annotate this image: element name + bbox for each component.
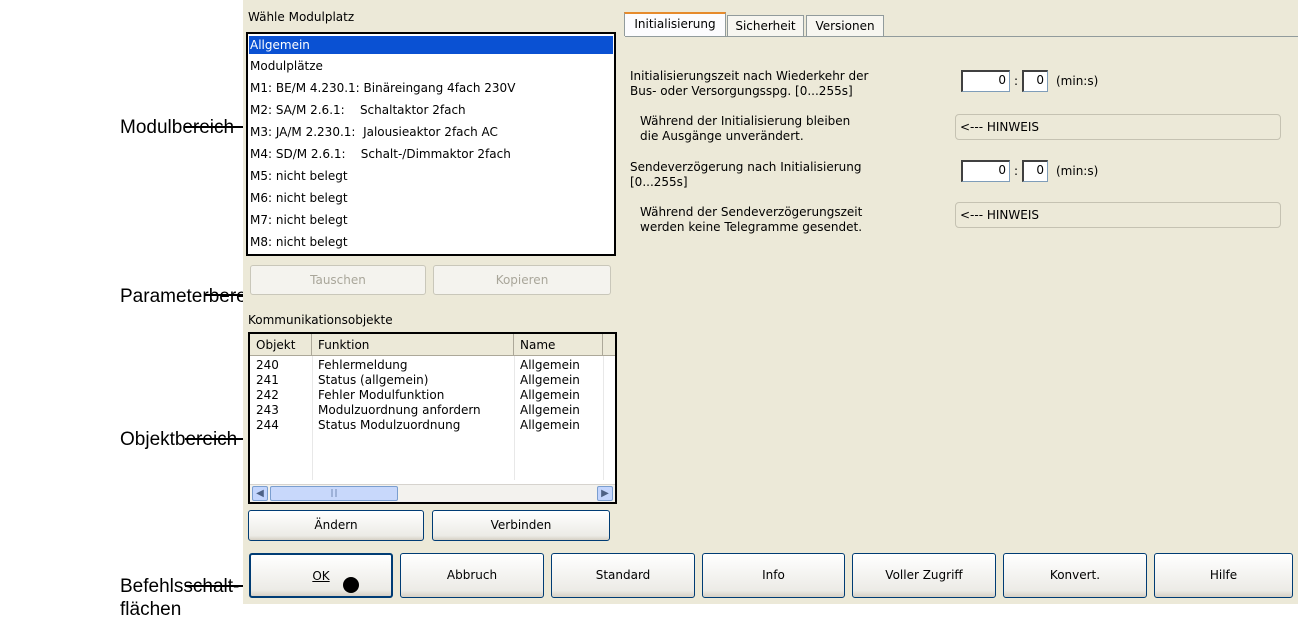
convert-button[interactable]: Konvert. (1003, 553, 1147, 598)
annotation-befehlsschaltflaechen-1: Befehlsschalt- (120, 576, 240, 597)
annotation-objektbereich: Objektbereich (120, 429, 238, 450)
init-hint-field: <--- HINWEIS (955, 114, 1281, 140)
table-row[interactable]: 242 Fehler Modulfunktion Allgemein (250, 388, 615, 403)
full-access-button-label: Voller Zugriff (885, 568, 963, 582)
cell-name: Allgemein (520, 403, 580, 417)
init-time-unit: (min:s) (1056, 74, 1099, 88)
cancel-button[interactable]: Abbruch (400, 553, 544, 598)
cell-name: Allgemein (520, 358, 580, 372)
init-note-line2: die Ausgänge unverändert. (640, 129, 804, 143)
connect-button-label: Verbinden (490, 518, 552, 532)
column-header-funktion[interactable]: Funktion (312, 334, 514, 356)
module-list-item[interactable]: M1: BE/M 4.230.1: Binäreingang 4fach 230… (249, 79, 613, 97)
init-time-label: Initialisierungszeit nach Wiederkehr der… (630, 69, 868, 99)
cell-funktion: Fehlermeldung (318, 358, 408, 372)
init-note-line1: Während der Initialisierung bleiben (640, 114, 851, 128)
copy-button-label: Kopieren (495, 273, 549, 287)
module-section-label: Wähle Modulplatz (248, 10, 355, 24)
tab-initialisierung[interactable]: Initialisierung (624, 12, 726, 36)
init-time-label-line1: Initialisierungszeit nach Wiederkehr der (630, 69, 869, 83)
cell-funktion: Fehler Modulfunktion (318, 388, 445, 402)
cell-objekt: 244 (256, 418, 279, 432)
copy-button[interactable]: Kopieren (433, 265, 611, 295)
tab-strip-line (625, 36, 1298, 37)
tab-sicherheit[interactable]: Sicherheit (727, 15, 804, 36)
table-row[interactable]: 241 Status (allgemein) Allgemein (250, 373, 615, 388)
cell-funktion: Status (allgemein) (318, 373, 429, 387)
send-note-line2: werden keine Telegramme gesendet. (640, 220, 863, 234)
annotation-modulbereich: Modulbereich (120, 117, 235, 138)
annotation-befehlsschaltflaechen-2: flächen (120, 599, 182, 620)
cell-objekt: 240 (256, 358, 279, 372)
module-list-item[interactable]: M6: nicht belegt (249, 189, 613, 207)
send-delay-label-line2: [0...255s] (630, 175, 688, 189)
objects-section-label: Kommunikationsobjekte (248, 313, 393, 327)
tab-versionen[interactable]: Versionen (806, 15, 884, 36)
help-button-label: Hilfe (1209, 568, 1238, 582)
cell-funktion: Modulzuordnung anfordern (318, 403, 481, 417)
horizontal-scrollbar[interactable]: ◀ ‖‖ ▶ (250, 484, 615, 502)
table-row[interactable]: 243 Modulzuordnung anfordern Allgemein (250, 403, 615, 418)
init-time-seconds-field[interactable]: 0 (1022, 70, 1048, 92)
init-time-separator: : (1014, 74, 1019, 88)
standard-button[interactable]: Standard (551, 553, 695, 598)
send-delay-separator: : (1014, 164, 1019, 178)
swap-button[interactable]: Tauschen (250, 265, 426, 295)
convert-button-label: Konvert. (1049, 568, 1101, 582)
objects-table[interactable]: Objekt Funktion Name 240 Fehlermeldung A… (248, 332, 617, 504)
send-note: Während der Sendeverzögerungszeit werden… (640, 205, 862, 235)
cancel-button-label: Abbruch (446, 568, 498, 582)
table-row[interactable]: 244 Status Modulzuordnung Allgemein (250, 418, 615, 433)
connect-button[interactable]: Verbinden (432, 510, 610, 541)
module-list-item[interactable]: Allgemein (249, 36, 613, 54)
column-header-filler (603, 334, 615, 356)
module-list-item[interactable]: M3: JA/M 2.230.1: Jalousieaktor 2fach AC (249, 123, 613, 141)
module-list-item[interactable]: M4: SD/M 2.6.1: Schalt-/Dimmaktor 2fach (249, 145, 613, 163)
module-list-item[interactable]: M5: nicht belegt (249, 167, 613, 185)
change-button-label: Ändern (314, 518, 358, 532)
ok-button[interactable]: OK (249, 553, 393, 598)
column-header-objekt[interactable]: Objekt (250, 334, 312, 356)
scroll-right-icon[interactable]: ▶ (597, 486, 613, 501)
column-header-name[interactable]: Name (514, 334, 603, 356)
send-delay-seconds-field[interactable]: 0 (1022, 160, 1048, 182)
module-list-item[interactable]: M2: SA/M 2.6.1: Schaltaktor 2fach (249, 101, 613, 119)
init-time-minutes-field[interactable]: 0 (961, 70, 1010, 92)
swap-button-label: Tauschen (310, 273, 366, 287)
scroll-left-icon[interactable]: ◀ (252, 486, 268, 501)
send-note-line1: Während der Sendeverzögerungszeit (640, 205, 863, 219)
send-delay-label: Sendeverzögerung nach Initialisierung [0… (630, 160, 862, 190)
cell-objekt: 241 (256, 373, 279, 387)
module-list-item[interactable]: M8: nicht belegt (249, 233, 613, 251)
scroll-thumb[interactable]: ‖‖ (270, 486, 398, 501)
cell-funktion: Status Modulzuordnung (318, 418, 461, 432)
full-access-button[interactable]: Voller Zugriff (852, 553, 996, 598)
init-note: Während der Initialisierung bleiben die … (640, 114, 850, 144)
send-hint-field: <--- HINWEIS (955, 202, 1281, 228)
table-row[interactable]: 240 Fehlermeldung Allgemein (250, 358, 615, 373)
module-list-item[interactable]: Modulplätze (249, 57, 613, 75)
cell-objekt: 243 (256, 403, 279, 417)
cell-objekt: 242 (256, 388, 279, 402)
module-list[interactable]: Allgemein Modulplätze M1: BE/M 4.230.1: … (246, 32, 616, 256)
cell-name: Allgemein (520, 388, 580, 402)
ok-button-label: OK (312, 569, 330, 583)
send-delay-unit: (min:s) (1056, 164, 1099, 178)
info-button-label: Info (762, 568, 785, 582)
cell-name: Allgemein (520, 373, 580, 387)
change-button[interactable]: Ändern (248, 510, 424, 541)
help-button[interactable]: Hilfe (1154, 553, 1293, 598)
annotation-dot-befehlsschaltflaechen (343, 577, 359, 593)
module-list-item[interactable]: M7: nicht belegt (249, 211, 613, 229)
info-button[interactable]: Info (702, 553, 845, 598)
init-time-label-line2: Bus- oder Versorgungsspg. [0...255s] (630, 84, 853, 98)
cell-name: Allgemein (520, 418, 580, 432)
standard-button-label: Standard (595, 568, 651, 582)
send-delay-minutes-field[interactable]: 0 (961, 160, 1010, 182)
send-delay-label-line1: Sendeverzögerung nach Initialisierung (630, 160, 862, 174)
